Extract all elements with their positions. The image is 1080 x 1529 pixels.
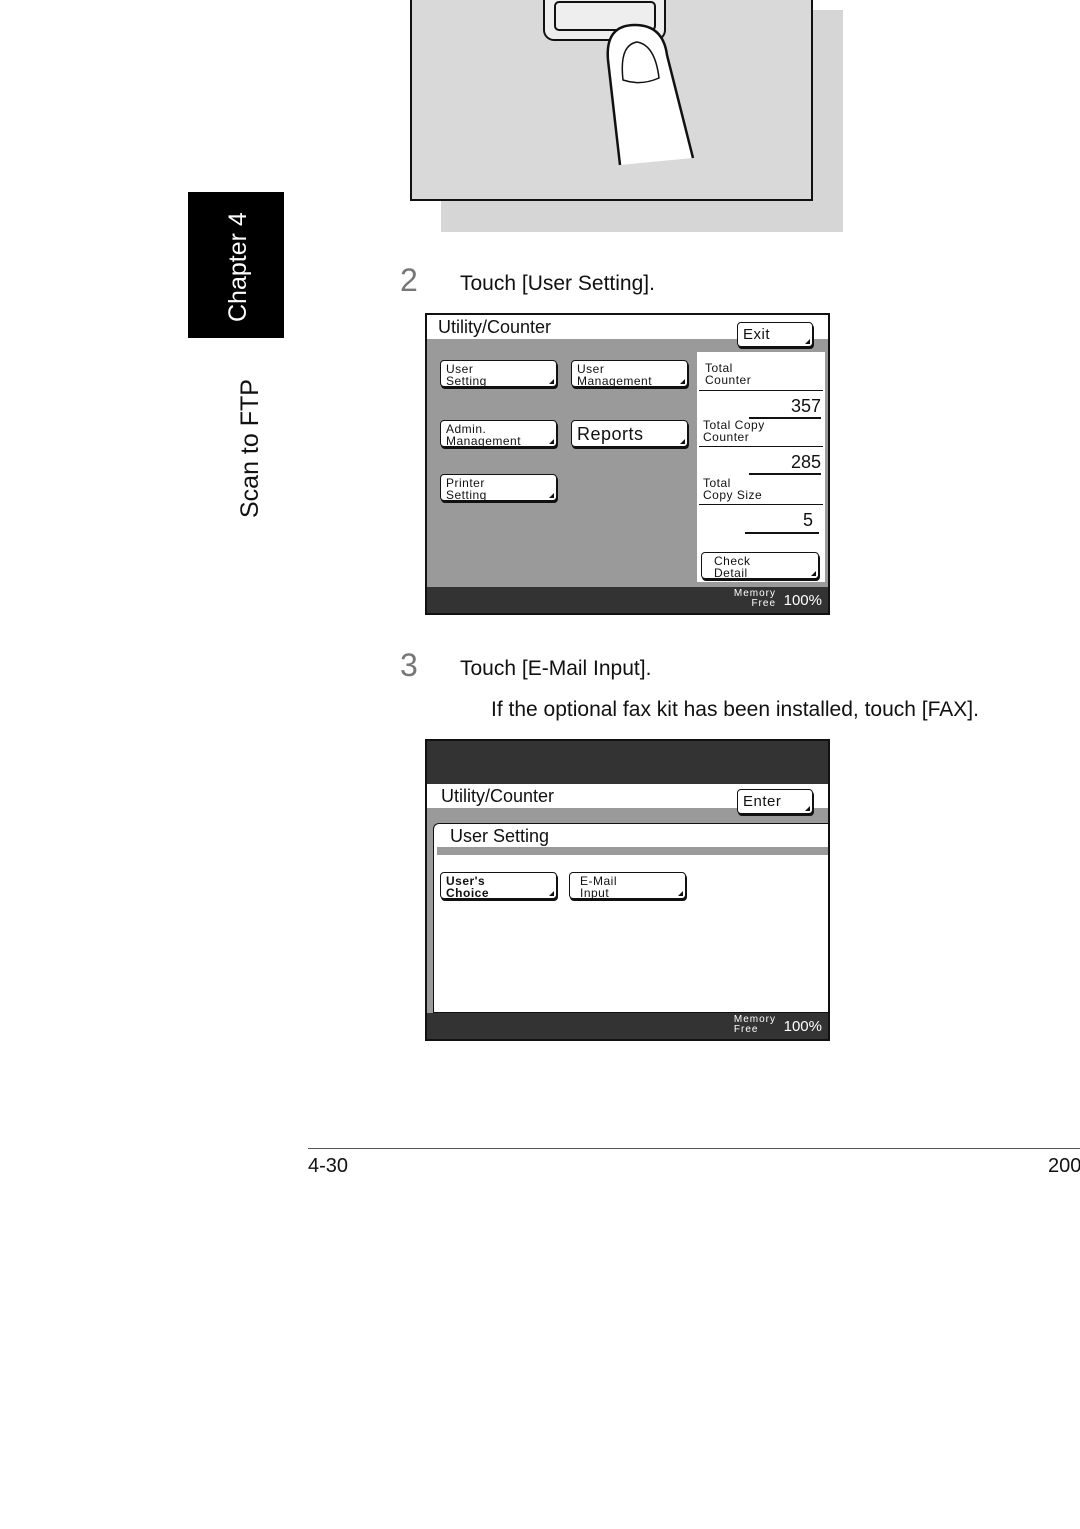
memory-free-value: 100% bbox=[783, 1018, 822, 1035]
total-counter-value: 357 bbox=[790, 396, 821, 416]
footer-model: 200 bbox=[1048, 1155, 1080, 1177]
enter-button[interactable]: Enter bbox=[737, 789, 813, 814]
check-detail-button[interactable]: Check Detail bbox=[701, 552, 819, 579]
screen-title: Utility/Counter bbox=[441, 786, 555, 806]
memory-free-label: Memory Free bbox=[733, 1014, 776, 1035]
step-text: Touch [E-Mail Input]. bbox=[460, 657, 652, 680]
user-setting-button[interactable]: User Setting bbox=[440, 360, 557, 387]
exit-button[interactable]: Exit bbox=[737, 322, 813, 347]
user-management-button[interactable]: User Management bbox=[571, 360, 688, 387]
step-number: 3 bbox=[400, 647, 418, 683]
users-choice-button[interactable]: User's Choice bbox=[440, 872, 557, 899]
user-setting-screen: Utility/Counter Enter User Setting User'… bbox=[425, 739, 830, 1041]
total-copy-counter-label: Total Copy Counter bbox=[703, 418, 765, 444]
utility-counter-screen: Utility/Counter Exit User Setting User M… bbox=[425, 313, 830, 615]
step-number: 2 bbox=[400, 262, 418, 298]
memory-free-label: Memory Free bbox=[733, 588, 776, 609]
total-copy-size-label: Total Copy Size bbox=[703, 476, 763, 502]
screen-title: Utility/Counter bbox=[438, 317, 552, 337]
admin-management-button[interactable]: Admin. Management bbox=[440, 420, 557, 447]
memory-free-value: 100% bbox=[783, 592, 822, 609]
step-text: Touch [User Setting]. bbox=[460, 272, 655, 295]
footer-divider bbox=[308, 1148, 1080, 1149]
finger-press-illustration bbox=[410, 0, 843, 232]
chapter-label: Chapter 4 bbox=[224, 212, 252, 322]
total-counter-label: Total Counter bbox=[705, 361, 752, 387]
chapter-tab: Chapter 4 bbox=[188, 192, 284, 338]
counter-panel: Total Counter 357 Total Copy Counter 285… bbox=[697, 352, 825, 582]
section-title: User Setting bbox=[450, 826, 550, 846]
printer-setting-button[interactable]: Printer Setting bbox=[440, 474, 557, 501]
status-bar: Memory Free 100% bbox=[427, 1013, 828, 1039]
page-number: 4-30 bbox=[308, 1155, 349, 1177]
email-input-button[interactable]: E-Mail Input bbox=[569, 872, 686, 899]
total-copy-size-value: 5 bbox=[802, 510, 813, 530]
status-bar: Memory Free 100% bbox=[427, 587, 828, 613]
total-copy-counter-value: 285 bbox=[790, 452, 821, 472]
reports-button[interactable]: Reports bbox=[571, 420, 688, 447]
step-note: If the optional fax kit has been install… bbox=[491, 698, 979, 721]
section-label: Scan to FTP bbox=[236, 379, 264, 518]
